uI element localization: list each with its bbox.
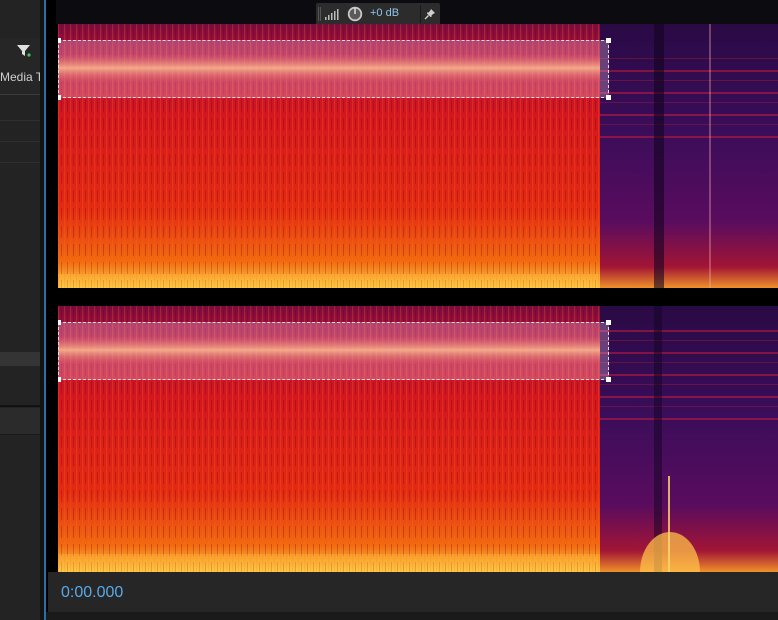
gain-value[interactable]: +0 dB <box>370 7 399 19</box>
list-item[interactable] <box>0 121 40 142</box>
pin-icon[interactable] <box>424 8 436 20</box>
selection-handle[interactable] <box>58 320 61 325</box>
selection-handle[interactable] <box>58 377 61 382</box>
spectral-selection-right[interactable] <box>58 320 611 382</box>
editor-panel: +0 dB 0:00.000 <box>44 0 778 620</box>
list-item[interactable] <box>0 142 40 163</box>
selection-handle[interactable] <box>606 377 611 382</box>
level-meter-icon <box>325 9 339 20</box>
volume-knob-icon[interactable] <box>347 6 363 22</box>
filter-icon[interactable] <box>16 44 32 58</box>
spectral-display-left[interactable] <box>58 24 778 288</box>
selection-handle[interactable] <box>606 95 611 100</box>
selection-handle[interactable] <box>58 95 61 100</box>
list-item[interactable] <box>0 100 40 121</box>
current-time-display[interactable]: 0:00.000 <box>61 584 123 602</box>
panel-divider[interactable] <box>0 405 44 407</box>
panel-tab-bar <box>0 408 44 435</box>
hud-separator <box>420 5 421 23</box>
selection-handle[interactable] <box>606 38 611 43</box>
time-display-bar: 0:00.000 <box>48 572 778 612</box>
grip-icon[interactable] <box>318 7 321 21</box>
selection-handle[interactable] <box>58 38 61 43</box>
heads-up-display: +0 dB <box>316 3 440 25</box>
files-panel: Media Ty <box>0 0 44 620</box>
media-type-column-header[interactable]: Media Ty <box>0 70 44 84</box>
spectral-selection-left[interactable] <box>58 38 611 100</box>
channel-divider <box>58 288 778 306</box>
panel-bottom-edge <box>46 612 778 620</box>
spectral-display-right[interactable] <box>58 306 778 572</box>
selection-handle[interactable] <box>606 320 611 325</box>
horizontal-scrollbar[interactable] <box>0 352 40 366</box>
